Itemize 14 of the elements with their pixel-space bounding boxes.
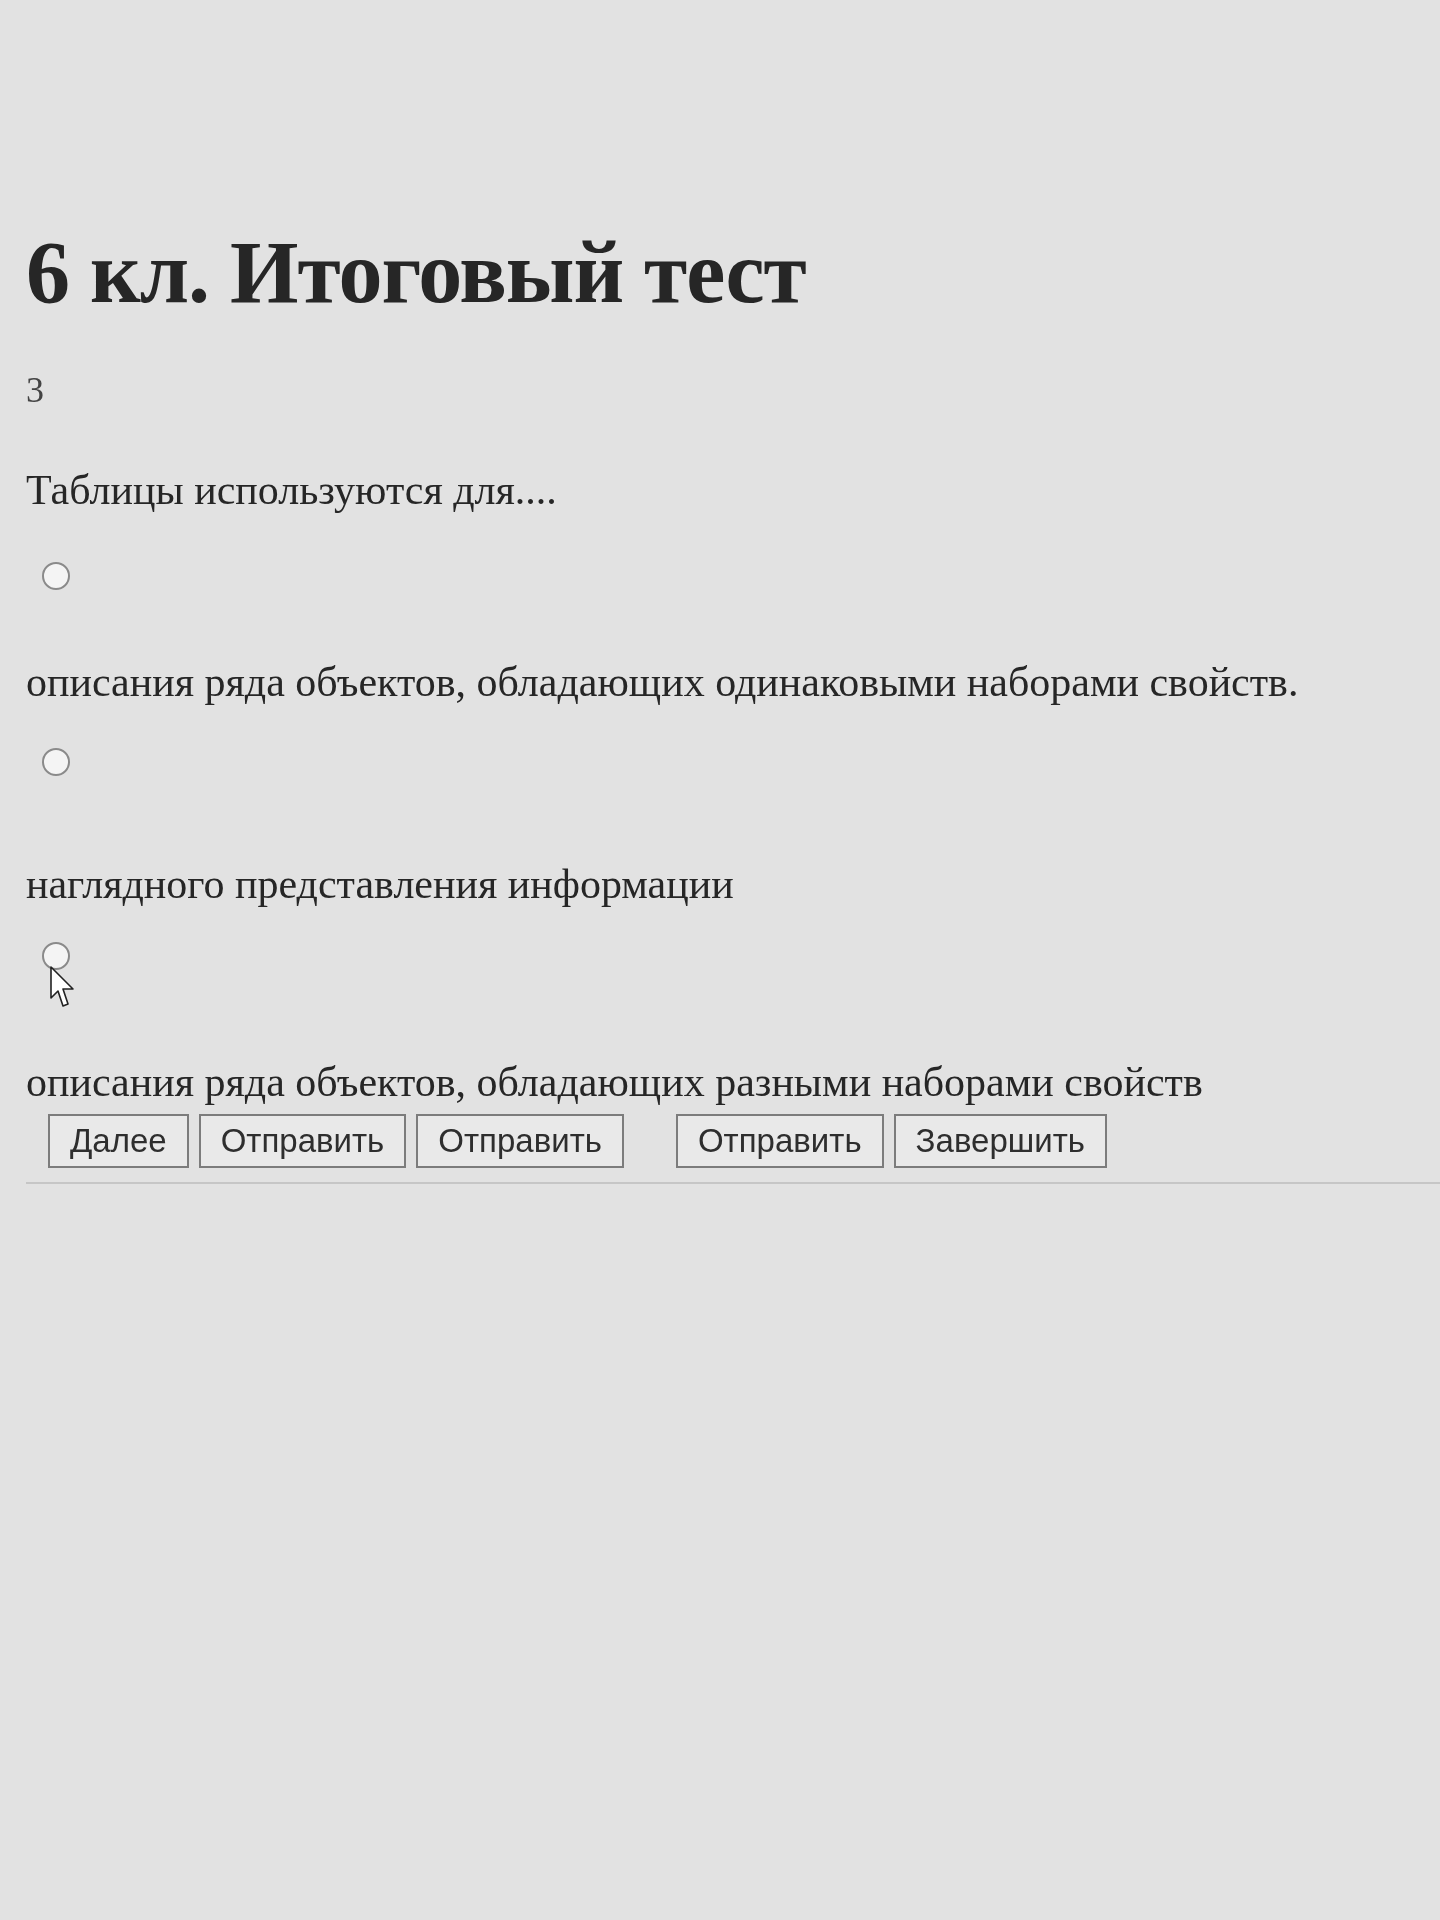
answer-option-text: описания ряда объектов, обладающих разными наборами свойств	[26, 1058, 1203, 1106]
page-title: 6 кл. Итоговый тест	[26, 224, 806, 322]
answer-option-text: описания ряда объектов, обладающих одинаковыми наборами свойств.	[26, 658, 1299, 706]
question-text: Таблицы используются для....	[26, 466, 557, 514]
form-button[interactable]: Далее	[48, 1114, 189, 1168]
radio-button[interactable]	[42, 562, 70, 590]
form-button[interactable]: Отправить	[198, 1114, 407, 1168]
radio-button[interactable]	[42, 942, 70, 970]
form-button[interactable]: Отправить	[675, 1114, 884, 1168]
answer-option-text: наглядного представления информации	[26, 860, 734, 908]
question-number: 3	[26, 370, 44, 410]
radio-button[interactable]	[42, 748, 70, 776]
form-button[interactable]: Завершить	[893, 1114, 1107, 1168]
form-button[interactable]: Отправить	[416, 1114, 624, 1168]
